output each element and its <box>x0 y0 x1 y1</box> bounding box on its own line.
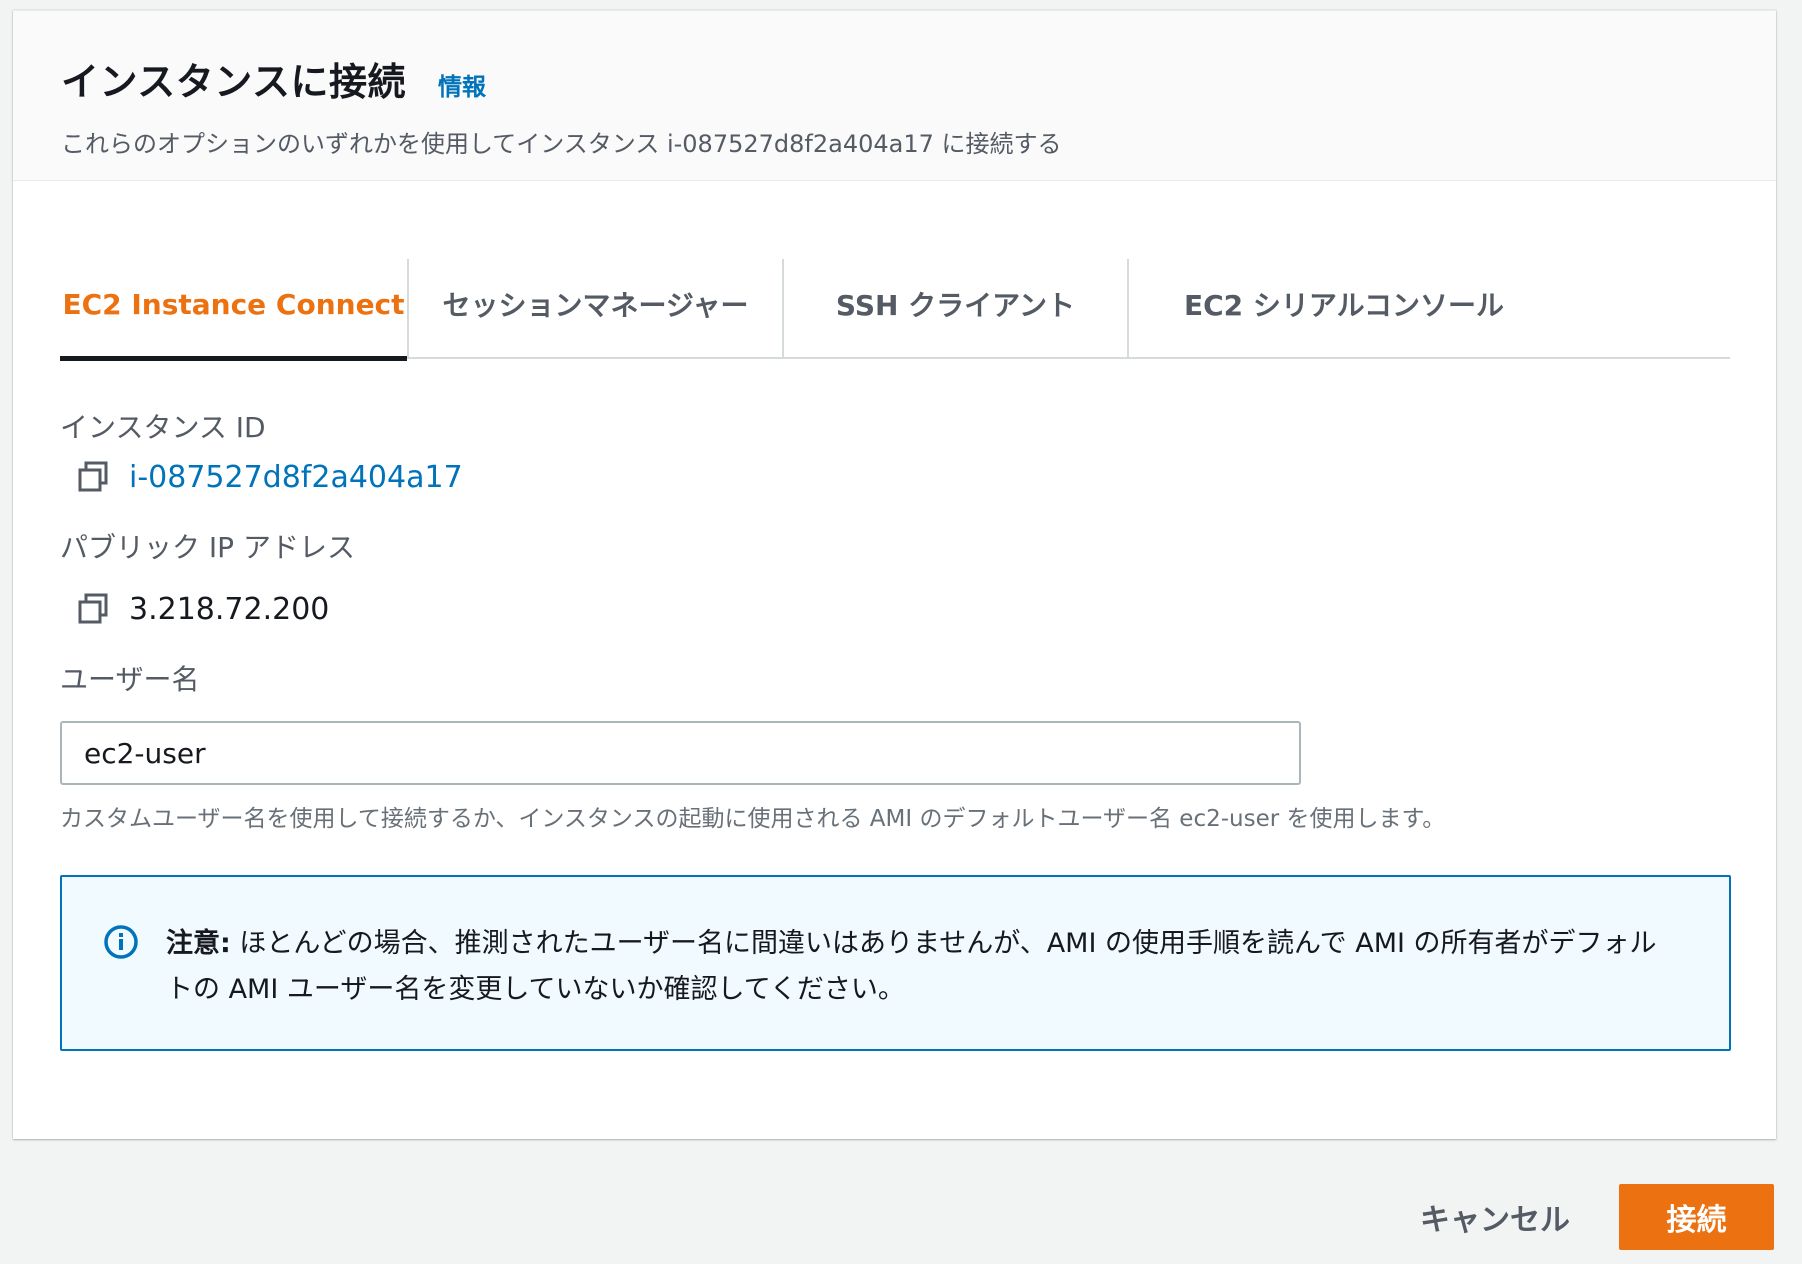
page-subtitle: これらのオプションのいずれかを使用してインスタンス i-087527d8f2a4… <box>61 130 1062 158</box>
copy-icon[interactable] <box>75 591 111 627</box>
instance-id-row: i-087527d8f2a404a17 <box>75 459 463 495</box>
public-ip-value: 3.218.72.200 <box>129 591 330 627</box>
tab-session-manager[interactable]: セッションマネージャー <box>409 249 782 359</box>
instance-id-label: インスタンス ID <box>60 411 266 444</box>
tab-ec2-serial-console[interactable]: EC2 シリアルコンソール <box>1129 249 1559 359</box>
alert-bold-label: 注意: <box>166 928 231 959</box>
panel-header: インスタンスに接続 情報 これらのオプションのいずれかを使用してインスタンス i… <box>13 11 1776 181</box>
info-alert: 注意: ほとんどの場合、推測されたユーザー名に間違いはありませんが、AMI の使… <box>60 875 1731 1051</box>
public-ip-row: 3.218.72.200 <box>75 591 329 627</box>
connect-panel: インスタンスに接続 情報 これらのオプションのいずれかを使用してインスタンス i… <box>13 10 1776 1139</box>
username-input[interactable] <box>60 721 1301 785</box>
alert-body: ほとんどの場合、推測されたユーザー名に間違いはありませんが、AMI の使用手順を… <box>166 928 1657 1005</box>
tab-ssh-client[interactable]: SSH クライアント <box>784 249 1127 359</box>
public-ip-label: パブリック IP アドレス <box>60 531 355 564</box>
instance-id-link[interactable]: i-087527d8f2a404a17 <box>129 460 463 495</box>
connect-button[interactable]: 接続 <box>1619 1184 1774 1250</box>
alert-message: 注意: ほとんどの場合、推測されたユーザー名に間違いはありませんが、AMI の使… <box>166 921 1669 1013</box>
cancel-button[interactable]: キャンセル <box>1400 1184 1590 1250</box>
tab-ec2-instance-connect[interactable]: EC2 Instance Connect <box>60 249 407 361</box>
connect-method-tabs: EC2 Instance Connect セッションマネージャー SSH クライ… <box>60 249 1730 361</box>
page-title: インスタンスに接続 <box>61 60 406 104</box>
username-hint: カスタムユーザー名を使用して接続するか、インスタンスの起動に使用される AMI … <box>60 806 1446 832</box>
copy-icon[interactable] <box>75 459 111 495</box>
username-label: ユーザー名 <box>60 663 200 696</box>
info-link[interactable]: 情報 <box>438 67 486 102</box>
info-icon <box>102 923 140 961</box>
